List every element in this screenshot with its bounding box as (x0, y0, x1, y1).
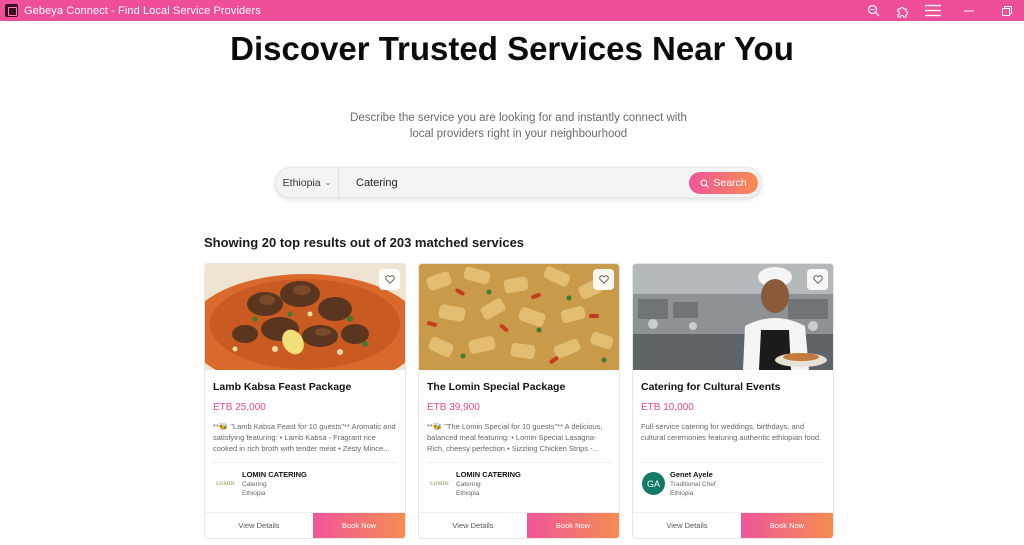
service-price: ETB 39,900 (427, 402, 480, 413)
minimize-icon[interactable] (948, 0, 990, 21)
service-image (419, 264, 619, 370)
service-card[interactable]: Catering for Cultural Events ETB 10,000 … (632, 263, 834, 539)
page-title: Discover Trusted Services Near You (230, 30, 794, 67)
provider-location: Ethiopia (242, 490, 266, 497)
restore-icon[interactable] (990, 0, 1024, 21)
view-details-button[interactable]: View Details (633, 513, 741, 538)
provider-category: Traditional Chef (670, 481, 716, 488)
provider-category: Catering (456, 481, 481, 488)
service-price: ETB 25,000 (213, 402, 266, 413)
zoom-icon[interactable] (858, 0, 888, 21)
book-now-button[interactable]: Book Now (313, 513, 405, 538)
extensions-icon[interactable] (888, 0, 918, 21)
service-price: ETB 10,000 (641, 402, 694, 413)
search-button[interactable]: Search (689, 172, 758, 194)
avatar: GA (642, 472, 665, 495)
service-name: Lamb Kabsa Feast Package (213, 381, 352, 393)
book-now-button[interactable]: Book Now (741, 513, 833, 538)
service-image (633, 264, 833, 370)
service-description: **🐝 "The Lomin Special for 10 guests"** … (427, 422, 603, 453)
search-button-label: Search (713, 177, 747, 189)
divider (641, 462, 825, 463)
service-name: Catering for Cultural Events (641, 381, 781, 393)
view-details-button[interactable]: View Details (419, 513, 527, 538)
chevron-down-icon: ⌄ (324, 178, 332, 187)
provider-category: Catering (242, 481, 267, 488)
divider (427, 462, 611, 463)
provider-name: Genet Ayele (670, 470, 713, 479)
service-card[interactable]: The Lomin Special Package ETB 39,900 **🐝… (418, 263, 620, 539)
provider-location: Ethiopia (456, 490, 480, 497)
divider (213, 462, 397, 463)
heart-icon (384, 275, 395, 284)
search-bar: Ethiopia ⌄ Search (275, 167, 762, 198)
book-now-button[interactable]: Book Now (527, 513, 619, 538)
favorite-button[interactable] (593, 269, 614, 290)
country-value: Ethiopia (282, 176, 321, 189)
heart-icon (598, 275, 609, 284)
provider-location: Ethiopia (670, 490, 694, 497)
service-description: **🐝 "Lamb Kabsa Feast for 10 guests"** A… (213, 422, 396, 453)
service-card[interactable]: Lamb Kabsa Feast Package ETB 25,000 **🐝 … (204, 263, 406, 539)
heart-icon (812, 275, 823, 284)
menu-icon[interactable] (918, 0, 948, 21)
service-image (205, 264, 405, 370)
page-subtitle: Describe the service you are looking for… (350, 112, 687, 140)
favorite-button[interactable] (807, 269, 828, 290)
provider-name: LOMIN CATERING (242, 470, 307, 479)
results-heading: Showing 20 top results out of 203 matche… (204, 235, 525, 250)
favorite-button[interactable] (379, 269, 400, 290)
window-title: Gebeya Connect - Find Local Service Prov… (24, 4, 261, 17)
provider-logo: LOMIN (428, 472, 451, 495)
provider-name: LOMIN CATERING (456, 470, 521, 479)
app-icon (5, 4, 18, 17)
service-name: The Lomin Special Package (427, 381, 566, 393)
title-bar: Gebeya Connect - Find Local Service Prov… (0, 0, 1024, 21)
service-description: Full-service catering for weddings, birt… (641, 422, 822, 442)
view-details-button[interactable]: View Details (205, 513, 313, 538)
country-select[interactable]: Ethiopia ⌄ (276, 168, 339, 197)
provider-logo: LOMIN (214, 472, 237, 495)
search-icon (700, 178, 710, 188)
